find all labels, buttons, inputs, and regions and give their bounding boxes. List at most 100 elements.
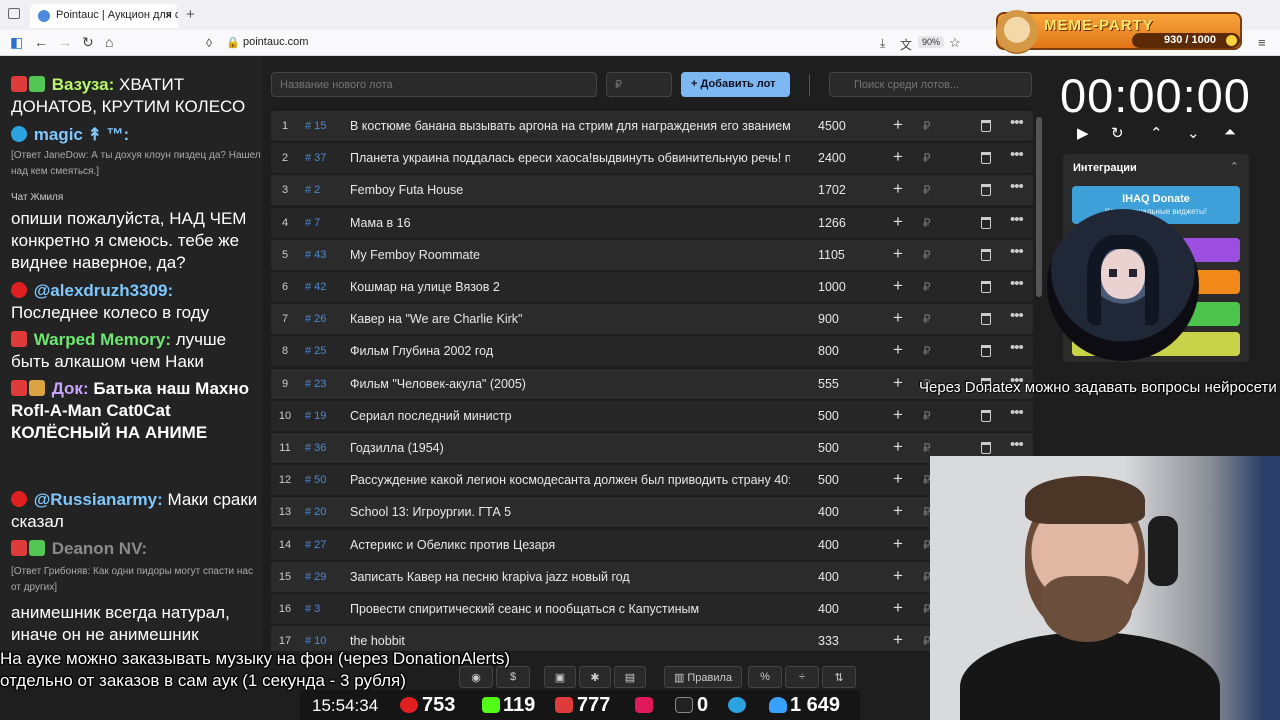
lot-id[interactable]: # 10 <box>305 635 326 647</box>
lot-name[interactable]: Астерикс и Обеликс против Цезаря <box>350 538 790 552</box>
add-amount-icon[interactable]: + <box>893 276 903 296</box>
add-amount-icon[interactable]: + <box>893 244 903 264</box>
lot-extra-amount-input[interactable]: ₽ <box>923 119 931 133</box>
lot-amount[interactable]: 1105 <box>818 248 845 262</box>
lot-amount[interactable]: 500 <box>818 473 839 487</box>
lot-id[interactable]: # 15 <box>305 120 326 132</box>
lot-id[interactable]: # 23 <box>305 378 326 390</box>
more-options-icon[interactable]: ••• <box>1010 114 1024 131</box>
lot-row[interactable]: 6 # 42 Кошмар на улице Вязов 2 1000 + ₽ ••• <box>271 272 1033 302</box>
lot-amount[interactable]: 800 <box>818 344 839 358</box>
save-page-icon[interactable]: ⤓ <box>880 36 885 51</box>
lot-row[interactable]: 15 # 29 Записать Кавер на песню krapiva ja… <box>271 561 1033 592</box>
lot-id[interactable]: # 43 <box>305 249 326 261</box>
lot-extra-amount-input[interactable]: ₽ <box>923 151 931 165</box>
lot-amount[interactable]: 400 <box>818 505 839 519</box>
home-icon[interactable]: ⌂ <box>105 34 113 50</box>
lot-name[interactable]: Провести спиритический сеанс и пообщатьс… <box>350 602 790 616</box>
lot-row[interactable]: 11 # 36 Годзилла (1954) 500 + ₽ ••• <box>271 433 1033 463</box>
lot-amount[interactable]: 1702 <box>818 183 846 197</box>
lot-name[interactable]: Фильм Глубина 2002 год <box>350 344 790 358</box>
new-lot-name-input[interactable] <box>271 72 597 97</box>
browser-tab[interactable]: Pointauc | Аукцион для стрим × <box>30 4 178 28</box>
delete-lot-icon[interactable] <box>981 152 991 165</box>
lot-id[interactable]: # 3 <box>305 603 320 615</box>
split-icon[interactable]: ÷ <box>785 666 819 688</box>
more-options-icon[interactable]: ••• <box>1010 146 1024 163</box>
lot-amount[interactable]: 555 <box>818 377 839 391</box>
delete-lot-icon[interactable] <box>981 409 991 422</box>
lot-amount[interactable]: 1266 <box>818 216 846 230</box>
add-amount-icon[interactable]: + <box>893 501 903 521</box>
lot-amount[interactable]: 400 <box>818 538 839 552</box>
lot-row[interactable]: 7 # 26 Кавер на "We are Charlie Kirk" 900 + ₽… <box>271 304 1033 335</box>
lot-name[interactable]: Сериал последний министр <box>350 409 790 423</box>
add-amount-icon[interactable]: + <box>893 566 903 586</box>
add-amount-icon[interactable]: + <box>893 534 903 554</box>
delete-lot-icon[interactable] <box>981 442 991 454</box>
rules-button[interactable]: ▥ Правила <box>664 666 742 688</box>
forward-icon[interactable]: → <box>58 34 72 50</box>
add-amount-icon[interactable]: + <box>893 179 903 199</box>
menu-icon[interactable]: ≡ <box>1258 35 1266 50</box>
lot-name[interactable]: the hobbit <box>350 634 790 648</box>
close-tab-icon[interactable]: × <box>165 8 172 22</box>
lot-amount[interactable]: 400 <box>818 570 839 584</box>
more-options-icon[interactable]: ••• <box>1010 275 1024 292</box>
more-options-icon[interactable]: ••• <box>1010 404 1024 421</box>
lot-row[interactable]: 13# 20School 13: Игроургии. ГТА 5400+₽••… <box>271 497 1033 528</box>
lot-row[interactable]: 1 # 15 В костюме банана вызывать аргона на… <box>271 111 1033 141</box>
lot-extra-amount-input[interactable]: ₽ <box>923 441 931 455</box>
more-options-icon[interactable]: ••• <box>1010 339 1024 356</box>
add-amount-icon[interactable]: + <box>893 115 903 135</box>
lot-extra-amount-input[interactable]: ₽ <box>923 248 931 262</box>
lot-id[interactable]: # 19 <box>305 410 326 422</box>
lot-amount[interactable]: 333 <box>818 634 839 648</box>
lot-amount[interactable]: 500 <box>818 441 839 455</box>
more-options-icon[interactable]: ••• <box>1010 307 1024 324</box>
new-lot-price-input[interactable] <box>606 72 672 97</box>
lot-name[interactable]: Записать Кавер на песню krapiva jazz нов… <box>350 570 790 584</box>
lot-amount[interactable]: 900 <box>818 312 839 326</box>
bookmark-star-icon[interactable]: ☆ <box>949 35 961 51</box>
lot-row[interactable]: 3 # 2 Femboy Futa House 1702 + ₽ ••• <box>271 175 1033 206</box>
address-bar[interactable]: pointauc.com <box>243 36 308 48</box>
lot-name[interactable]: Кавер на "We are Charlie Kirk" <box>350 312 790 326</box>
percent-button[interactable]: % <box>748 666 782 688</box>
more-options-icon[interactable]: ••• <box>1010 243 1024 260</box>
lot-id[interactable]: # 50 <box>305 474 326 486</box>
lot-name[interactable]: Фильм "Человек-акула" (2005) <box>350 377 790 391</box>
lot-row[interactable]: 10 # 19 Сериал последний министр 500 + ₽ ••• <box>271 400 1033 431</box>
lot-id[interactable]: # 29 <box>305 571 326 583</box>
delete-lot-icon[interactable] <box>981 120 991 132</box>
add-amount-icon[interactable]: + <box>893 373 903 393</box>
lot-amount[interactable]: 4500 <box>818 119 846 133</box>
lot-name[interactable]: Планета украина поддалась ереси хаоса!вы… <box>350 151 790 165</box>
delete-lot-icon[interactable] <box>981 345 991 358</box>
zoom-level[interactable]: 90% <box>918 36 945 48</box>
lot-id[interactable]: # 36 <box>305 442 326 454</box>
sidebar-icon[interactable]: ◧ <box>10 34 23 51</box>
more-options-icon[interactable]: ••• <box>1010 436 1024 453</box>
lot-name[interactable]: В костюме банана вызывать аргона на стри… <box>350 119 790 133</box>
add-amount-icon[interactable]: + <box>893 469 903 489</box>
more-options-icon[interactable]: ••• <box>1010 211 1024 228</box>
add-amount-icon[interactable]: + <box>893 212 903 232</box>
translate-icon[interactable]: 文 <box>900 36 912 53</box>
lot-amount[interactable]: 400 <box>818 602 839 616</box>
delete-lot-icon[interactable] <box>981 216 991 229</box>
lot-id[interactable]: # 37 <box>305 152 326 164</box>
add-amount-icon[interactable]: + <box>893 147 903 167</box>
more-options-icon[interactable]: ••• <box>1010 178 1024 195</box>
lot-name[interactable]: Годзилла (1954) <box>350 441 790 455</box>
add-amount-icon[interactable]: + <box>893 405 903 425</box>
shield-icon[interactable]: ◊ <box>206 36 212 50</box>
lot-id[interactable]: # 2 <box>305 184 320 196</box>
lot-extra-amount-input[interactable]: ₽ <box>923 409 931 423</box>
lot-name[interactable]: Мама в 16 <box>350 216 790 230</box>
lot-row[interactable]: 4 # 7 Мама в 16 1266 + ₽ ••• <box>271 207 1033 238</box>
lot-name[interactable]: My Femboy Roommate <box>350 248 790 262</box>
lot-name[interactable]: Femboy Futa House <box>350 183 790 197</box>
reload-icon[interactable]: ↻ <box>82 34 94 51</box>
lot-row[interactable]: 16 # 3 Провести спиритический сеанс и пооб… <box>271 594 1033 624</box>
